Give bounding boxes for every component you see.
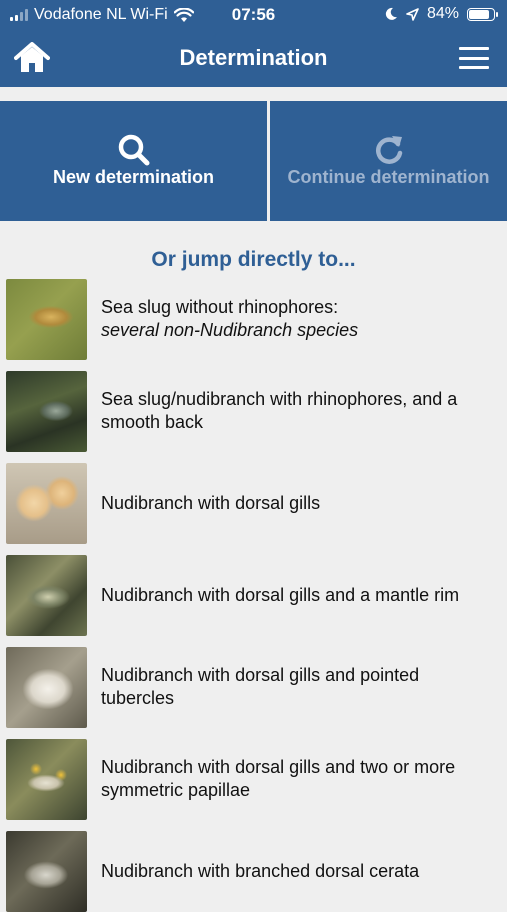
- list-item-title: Nudibranch with dorsal gills: [101, 492, 321, 513]
- list-item-text: Nudibranch with dorsal gills: [101, 462, 495, 544]
- menu-bar: [459, 47, 489, 50]
- list-item-title: Nudibranch with dorsal gills and two or …: [101, 757, 456, 800]
- list-item-title: Nudibranch with branched dorsal cerata: [101, 860, 420, 881]
- battery-icon: [467, 7, 498, 21]
- list-item-text: Sea slug/nudibranch with rhinophores, an…: [101, 370, 495, 452]
- list-item[interactable]: Nudibranch with dorsal gills and a mantl…: [0, 554, 507, 636]
- moon-icon: [385, 7, 397, 20]
- action-buttons: New determination Continue determination: [0, 101, 507, 221]
- new-determination-button[interactable]: New determination: [0, 101, 267, 221]
- nav-bar: Determination: [0, 30, 507, 87]
- jump-heading: Or jump directly to...: [151, 248, 356, 271]
- list-item-title: Nudibranch with dorsal gills and pointed…: [101, 665, 420, 708]
- list-item[interactable]: Sea slug/nudibranch with rhinophores, an…: [0, 370, 507, 452]
- list-item-title: Nudibranch with dorsal gills and a mantl…: [101, 584, 460, 605]
- refresh-icon: [375, 136, 402, 164]
- list-item-subtitle: several non-Nudibranch species: [101, 320, 359, 340]
- home-icon: [14, 42, 50, 72]
- list-item-text: Nudibranch with dorsal gills and two or …: [101, 738, 495, 820]
- list-item[interactable]: Nudibranch with dorsal gills and two or …: [0, 738, 507, 820]
- search-icon: [118, 134, 149, 166]
- menu-bar: [459, 56, 489, 60]
- status-bar: Vodafone NL Wi-Fi 07:56 84%: [0, 0, 507, 30]
- thumbnail-image: [6, 463, 87, 544]
- thumbnail-image: [6, 555, 87, 636]
- list-item-text: Sea slug without rhinophores: several no…: [101, 278, 495, 360]
- battery-level: [469, 9, 490, 19]
- home-button[interactable]: [14, 42, 50, 74]
- battery-percent: 84%: [426, 5, 459, 22]
- new-determination-label: New determination: [52, 167, 215, 187]
- list-item-title: Sea slug/nudibranch with rhinophores, an…: [101, 389, 458, 432]
- continue-determination-button[interactable]: Continue determination: [270, 101, 507, 221]
- list-item[interactable]: Nudibranch with dorsal gills and pointed…: [0, 646, 507, 728]
- menu-button[interactable]: [459, 47, 489, 69]
- continue-determination-label: Continue determination: [287, 167, 490, 187]
- location-arrow-icon: [406, 7, 419, 21]
- thumbnail-image: [6, 647, 87, 728]
- list-item[interactable]: Nudibranch with dorsal gills: [0, 462, 507, 544]
- status-right: 84%: [384, 5, 498, 23]
- list-item[interactable]: Sea slug without rhinophores: several no…: [0, 278, 507, 360]
- list-item-title: Sea slug without rhinophores:: [101, 297, 339, 317]
- menu-bar: [459, 66, 489, 69]
- thumbnail-image: [6, 371, 87, 452]
- list-item-text: Nudibranch with dorsal gills and pointed…: [101, 646, 495, 728]
- page-title: Determination: [179, 45, 328, 70]
- thumbnail-image: [6, 739, 87, 820]
- list-item-text: Nudibranch with dorsal gills and a mantl…: [101, 554, 495, 636]
- thumbnail-image: [6, 279, 87, 360]
